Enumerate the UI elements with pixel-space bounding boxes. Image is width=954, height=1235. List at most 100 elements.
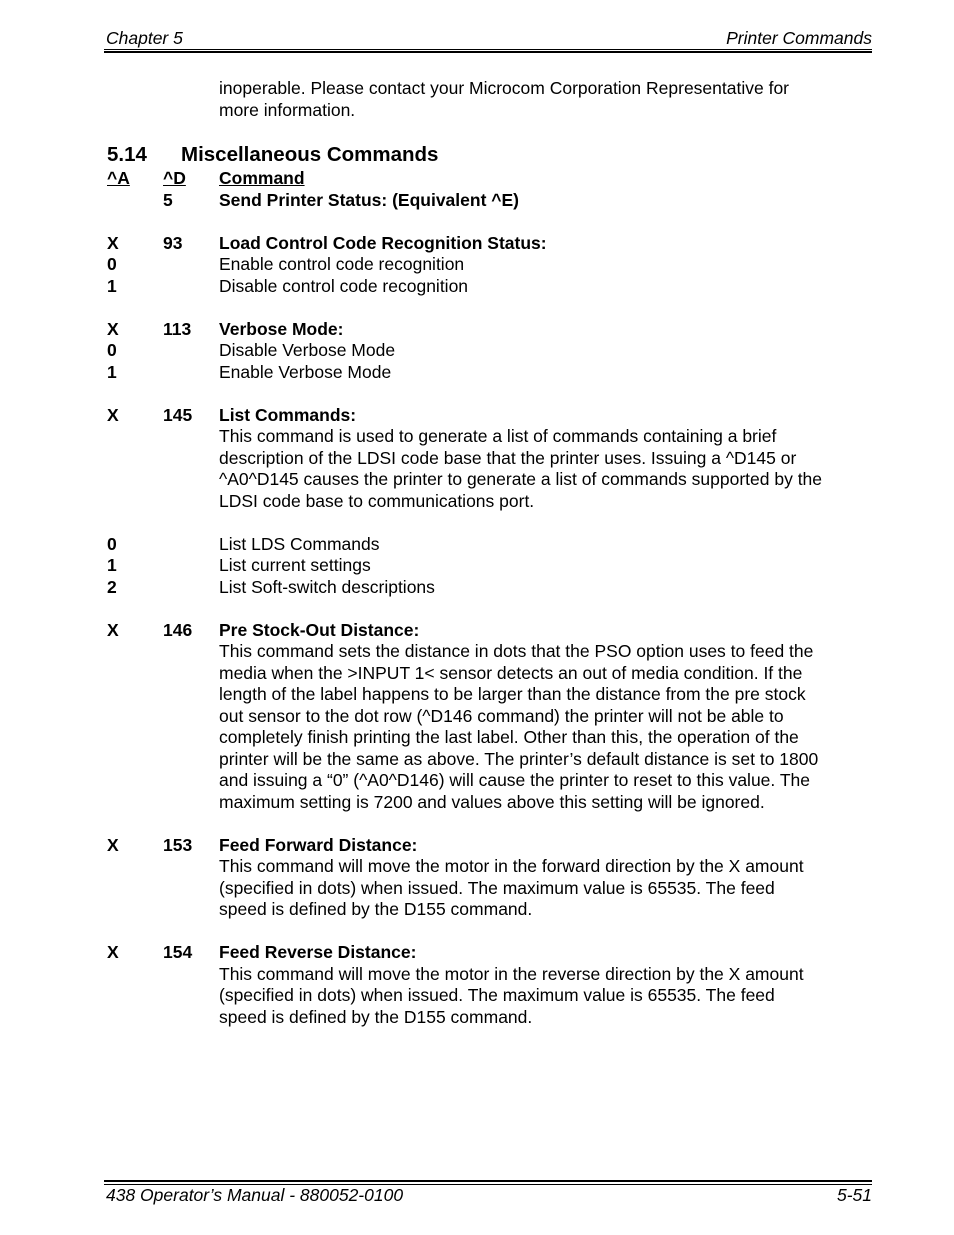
description-line: maximum setting is 7200 and values above… xyxy=(219,791,765,812)
description-line: speed is defined by the D155 command. xyxy=(219,899,533,919)
command-d-code: 5 xyxy=(163,189,173,210)
option-row: 1 List current settings xyxy=(107,555,877,577)
description-line: and issuing a “0” (^A0^D146) will cause … xyxy=(219,770,810,790)
section-label: Printer Commands xyxy=(726,28,872,48)
command-entry: X 145 List Commands: This command is used t… xyxy=(107,383,877,598)
option-label: Enable Verbose Mode xyxy=(219,361,392,382)
description-line: media when the >INPUT 1< sensor detects … xyxy=(219,662,803,683)
option-row: 0 List LDS Commands xyxy=(107,534,877,556)
option-value: 0 xyxy=(107,340,117,360)
command-name: List Commands: xyxy=(219,404,357,425)
table-header: ^A ^D Command xyxy=(107,168,877,190)
option-row: 2 List Soft-switch descriptions xyxy=(107,577,877,599)
command-row: X 93 Load Control Code Recognition Status: xyxy=(107,233,877,255)
page-footer: 438 Operator’s Manual - 880052-0100 5-51 xyxy=(106,1185,872,1207)
page-content: inoperable. Please contact your Microcom… xyxy=(107,78,877,1028)
command-name: Load Control Code Recognition Status: xyxy=(219,232,547,253)
command-d-code: 113 xyxy=(163,318,192,339)
description-line: (specified in dots) when issued. The max… xyxy=(219,985,775,1005)
column-header-a: ^A xyxy=(107,168,130,188)
command-row: 5 Send Printer Status: (Equivalent ^E) xyxy=(107,190,877,212)
command-a-param: X xyxy=(107,619,119,640)
option-label: Enable control code recognition xyxy=(219,254,465,274)
option-value: 1 xyxy=(107,275,117,296)
chapter-label: Chapter 5 xyxy=(106,28,183,48)
option-label: List Soft-switch descriptions xyxy=(219,576,435,597)
manual-title: 438 Operator’s Manual - 880052-0100 xyxy=(106,1185,404,1205)
option-row: 1 Disable control code recognition xyxy=(107,276,877,298)
command-description: This command is used to generate a list … xyxy=(219,426,877,512)
command-row: X 145 List Commands: xyxy=(107,405,877,427)
command-entry: X 153 Feed Forward Distance: This command w… xyxy=(107,813,877,921)
description-line: This command sets the distance in dots t… xyxy=(219,641,814,661)
command-entry: 5 Send Printer Status: (Equivalent ^E) xyxy=(107,190,877,212)
description-line: length of the label happens to be larger… xyxy=(219,684,806,704)
command-a-param: X xyxy=(107,232,119,253)
command-a-param: X xyxy=(107,834,119,855)
option-label: Disable control code recognition xyxy=(219,275,469,296)
option-label: Disable Verbose Mode xyxy=(219,340,396,360)
option-row: 1 Enable Verbose Mode xyxy=(107,362,877,384)
command-a-param: X xyxy=(107,942,119,962)
command-row: X 154 Feed Reverse Distance: xyxy=(107,942,877,964)
command-d-code: 146 xyxy=(163,619,193,640)
command-name: Feed Forward Distance: xyxy=(219,834,418,855)
section-heading: 5.14 Miscellaneous Commands xyxy=(107,142,877,168)
description-line: printer will be the same as above. The p… xyxy=(219,748,819,769)
option-value: 0 xyxy=(107,533,117,554)
command-name: Send Printer Status: (Equivalent ^E) xyxy=(219,189,519,210)
command-a-param: X xyxy=(107,404,119,425)
option-value: 2 xyxy=(107,576,117,597)
command-name: Verbose Mode: xyxy=(219,318,344,339)
description-line: speed is defined by the D155 command. xyxy=(219,1006,533,1027)
description-line: (specified in dots) when issued. The max… xyxy=(219,877,775,898)
option-label: List current settings xyxy=(219,555,371,575)
section-title: Miscellaneous Commands xyxy=(181,143,439,166)
description-line: out sensor to the dot row (^D146 command… xyxy=(219,705,784,726)
option-label: List LDS Commands xyxy=(219,533,380,554)
command-entry: X 154 Feed Reverse Distance: This command w… xyxy=(107,921,877,1029)
command-description: This command sets the distance in dots t… xyxy=(219,641,877,813)
command-a-param: X xyxy=(107,318,119,339)
page-header: Chapter 5 Printer Commands xyxy=(106,28,872,50)
command-description: This command will move the motor in the … xyxy=(219,856,877,921)
command-d-code: 145 xyxy=(163,404,193,425)
footer-rule-thick xyxy=(104,1180,872,1182)
intro-line: more information. xyxy=(219,99,356,120)
command-name: Pre Stock-Out Distance: xyxy=(219,619,420,640)
description-line: This command will move the motor in the … xyxy=(219,963,804,984)
option-value: 0 xyxy=(107,254,117,274)
description-line: ^A0^D145 causes the printer to generate … xyxy=(219,469,823,489)
command-d-code: 93 xyxy=(163,232,183,253)
command-row: X 146 Pre Stock-Out Distance: xyxy=(107,620,877,642)
command-entry: X 146 Pre Stock-Out Distance: This command … xyxy=(107,598,877,813)
command-entry: X 113 Verbose Mode: 0 Disable Verbose Mode 1 E… xyxy=(107,297,877,383)
description-line: This command is used to generate a list … xyxy=(219,426,777,446)
option-value: 1 xyxy=(107,361,117,382)
command-list: 5 Send Printer Status: (Equivalent ^E) X 93… xyxy=(107,190,877,1029)
column-header-d: ^D xyxy=(163,168,186,188)
option-row: 0 Enable control code recognition xyxy=(107,254,877,276)
command-description: This command will move the motor in the … xyxy=(219,964,877,1029)
command-d-code: 154 xyxy=(163,942,193,962)
intro-paragraph: inoperable. Please contact your Microcom… xyxy=(219,78,877,121)
command-d-code: 153 xyxy=(163,834,193,855)
section-number: 5.14 xyxy=(107,143,147,166)
description-line: This command will move the motor in the … xyxy=(219,856,804,876)
description-line: description of the LDSI code base that t… xyxy=(219,447,797,468)
option-value: 1 xyxy=(107,555,117,575)
header-rule-thin xyxy=(104,49,872,50)
command-row: X 113 Verbose Mode: xyxy=(107,319,877,341)
command-row: X 153 Feed Forward Distance: xyxy=(107,835,877,857)
page-number: 5-51 xyxy=(836,1185,872,1205)
header-rule-thick xyxy=(104,51,872,53)
description-line: LDSI code base to communications port. xyxy=(219,490,535,511)
description-line: completely finish printing the last labe… xyxy=(219,727,799,747)
